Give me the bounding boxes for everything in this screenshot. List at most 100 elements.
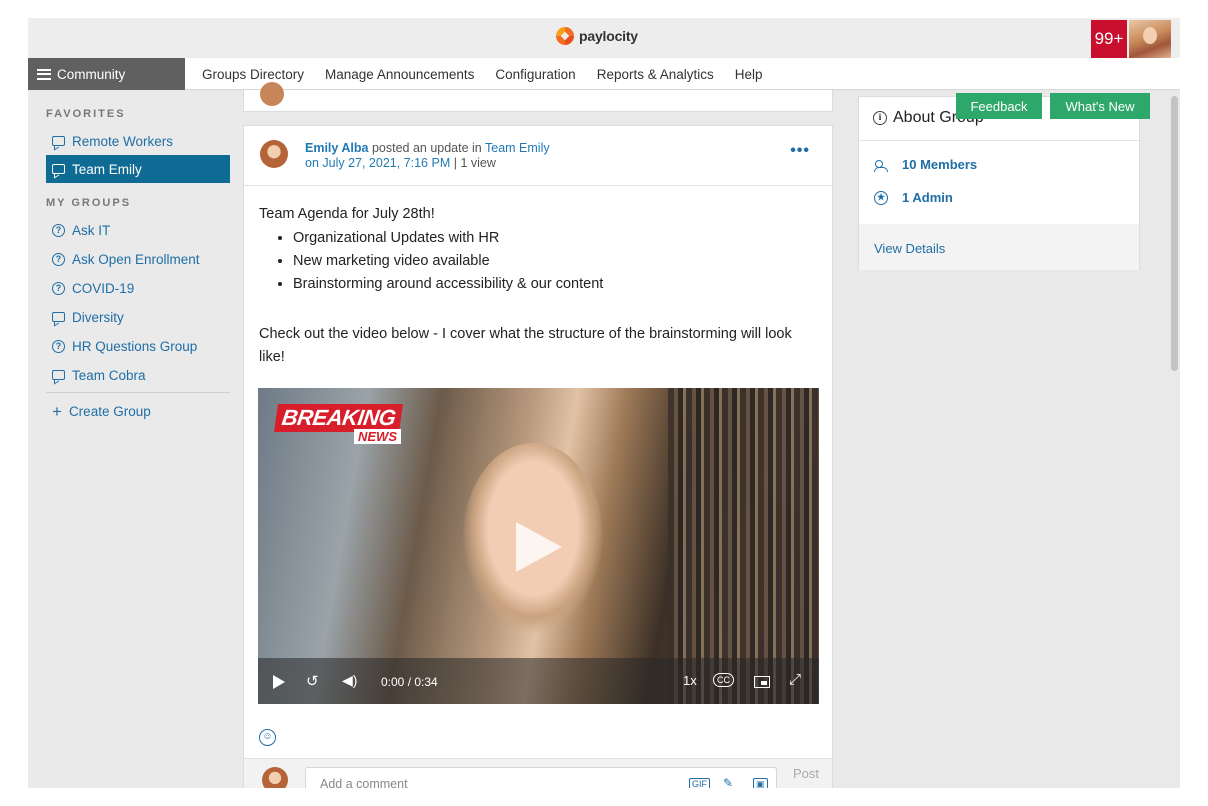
comment-placeholder: Add a comment [320,777,408,788]
admin-count: 1 Admin [902,190,953,205]
group-link[interactable]: Team Emily [485,141,550,155]
nav-configuration[interactable]: Configuration [495,67,575,82]
sidebar-item-label: HR Questions Group [72,338,198,354]
brand-logo[interactable]: paylocity [556,27,638,45]
question-icon: ? [52,339,65,353]
avatar [260,82,284,106]
play-button-icon[interactable] [273,675,285,689]
play-icon[interactable] [516,522,562,572]
chat-icon [52,370,65,380]
more-options-icon[interactable]: ••• [790,142,810,160]
favorites-heading: FAVORITES [46,108,126,120]
create-group-label: Create Group [68,403,151,419]
hamburger-icon [37,68,51,80]
feedback-button[interactable]: Feedback [956,93,1042,119]
sidebar-item-team-cobra[interactable]: Team Cobra [46,361,230,389]
breaking-news-overlay: BREAKING [274,404,404,432]
post-header: Emily Alba posted an update in Team Emil… [244,126,832,186]
main-nav: Community Groups Directory Manage Announ… [28,58,1180,90]
sidebar-item-remote-workers[interactable]: Remote Workers [46,127,230,155]
post-meta: Emily Alba posted an update in Team Emil… [305,141,550,171]
view-details-link[interactable]: View Details [874,241,945,256]
list-item: Brainstorming around accessibility & our… [293,273,819,296]
sidebar-item-label: Ask Open Enrollment [72,251,200,267]
user-avatar[interactable] [1129,20,1171,58]
emoji-reaction-icon[interactable]: ☺ [259,729,276,746]
admin-link[interactable]: ★ 1 Admin [874,190,953,205]
create-group-button[interactable]: + Create Group [46,397,230,425]
sidebar-item-label: COVID-19 [72,280,135,296]
video-bookshelf [668,388,819,704]
notification-badge[interactable]: 99+ [1091,20,1127,58]
gif-icon[interactable]: GIF [689,778,710,788]
question-icon: ? [52,252,65,266]
about-group-card: i About Group 10 Members ★ 1 Admin View … [858,96,1140,270]
whats-new-button[interactable]: What's New [1050,93,1150,119]
nav-reports-analytics[interactable]: Reports & Analytics [597,67,714,82]
paylocity-logo-icon [556,27,574,45]
chat-icon [52,312,65,322]
sidebar-item-label: Diversity [72,309,124,325]
post-card: Emily Alba posted an update in Team Emil… [243,125,833,788]
sidebar-item-team-emily[interactable]: Team Emily [46,155,230,183]
video-controls: ↺ ◀) 0:00 / 0:34 1x CC ⤢ [258,658,819,704]
playback-speed[interactable]: 1x [683,673,697,688]
sidebar-item-label: Team Emily [72,161,142,177]
divider [859,140,1139,141]
info-icon: i [873,111,887,125]
comment-row: Add a comment GIF ✎ ▣ Post [244,758,832,788]
image-icon[interactable]: ▣ [753,778,768,788]
sidebar-item-label: Remote Workers [72,133,174,149]
agenda-list: Organizational Updates with HR New marke… [293,227,819,296]
post-paragraph: Check out the video below - I cover what… [259,326,792,365]
avatar [262,767,288,788]
members-link[interactable]: 10 Members [874,157,977,172]
plus-icon: + [52,401,62,421]
fullscreen-icon[interactable]: ⤢ [789,671,801,688]
chat-icon [52,136,65,146]
scrollbar[interactable] [1171,96,1178,371]
sidebar-item-hr-questions-group[interactable]: ? HR Questions Group [46,332,230,360]
picture-in-picture-icon[interactable] [754,676,770,688]
admin-star-icon: ★ [874,190,888,205]
video-time: 0:00 / 0:34 [381,675,438,689]
nav-help[interactable]: Help [735,67,763,82]
sidebar-item-ask-it[interactable]: ? Ask IT [46,216,230,244]
members-icon [874,159,888,172]
members-count: 10 Members [902,157,978,172]
volume-icon[interactable]: ◀) [342,672,357,689]
top-bar: paylocity 99+ [28,18,1180,58]
rewind-10-icon[interactable]: ↺ [306,672,319,690]
sidebar: FAVORITES Remote Workers Team Emily MY G… [28,91,243,788]
previous-post-card [243,82,833,112]
post-body: Team Agenda for July 28th! Organizationa… [259,204,819,369]
nav-links: Groups Directory Manage Announcements Co… [202,58,763,90]
question-icon: ? [52,281,65,295]
sidebar-item-diversity[interactable]: Diversity [46,303,230,331]
community-label: Community [57,66,126,82]
nav-groups-directory[interactable]: Groups Directory [202,67,304,82]
list-item: New marketing video available [293,250,819,273]
my-groups-heading: MY GROUPS [46,197,132,209]
app-window: paylocity 99+ Community Groups Directory… [28,18,1180,788]
attachment-icon[interactable]: ✎ [721,776,735,788]
community-menu-button[interactable]: Community [28,58,185,90]
author-link[interactable]: Emily Alba [305,141,368,155]
comment-input[interactable]: Add a comment GIF ✎ ▣ [305,767,777,788]
sidebar-item-ask-open-enrollment[interactable]: ? Ask Open Enrollment [46,245,230,273]
about-footer: View Details [859,224,1139,270]
closed-captions-icon[interactable]: CC [713,673,734,687]
list-item: Organizational Updates with HR [293,227,819,250]
post-timestamp[interactable]: on July 27, 2021, 7:16 PM [305,156,450,170]
post-views: | 1 view [453,156,496,170]
author-avatar[interactable] [260,140,288,168]
post-intro: Team Agenda for July 28th! [259,206,435,222]
question-icon: ? [52,223,65,237]
sidebar-item-covid-19[interactable]: ? COVID-19 [46,274,230,302]
post-comment-button[interactable]: Post [793,766,819,781]
nav-manage-announcements[interactable]: Manage Announcements [325,67,474,82]
sidebar-divider [46,392,230,393]
sidebar-item-label: Team Cobra [72,367,146,383]
brand-name: paylocity [579,28,638,44]
video-player[interactable]: BREAKING NEWS ↺ ◀) 0:00 / 0:34 1x CC ⤢ [258,388,819,704]
